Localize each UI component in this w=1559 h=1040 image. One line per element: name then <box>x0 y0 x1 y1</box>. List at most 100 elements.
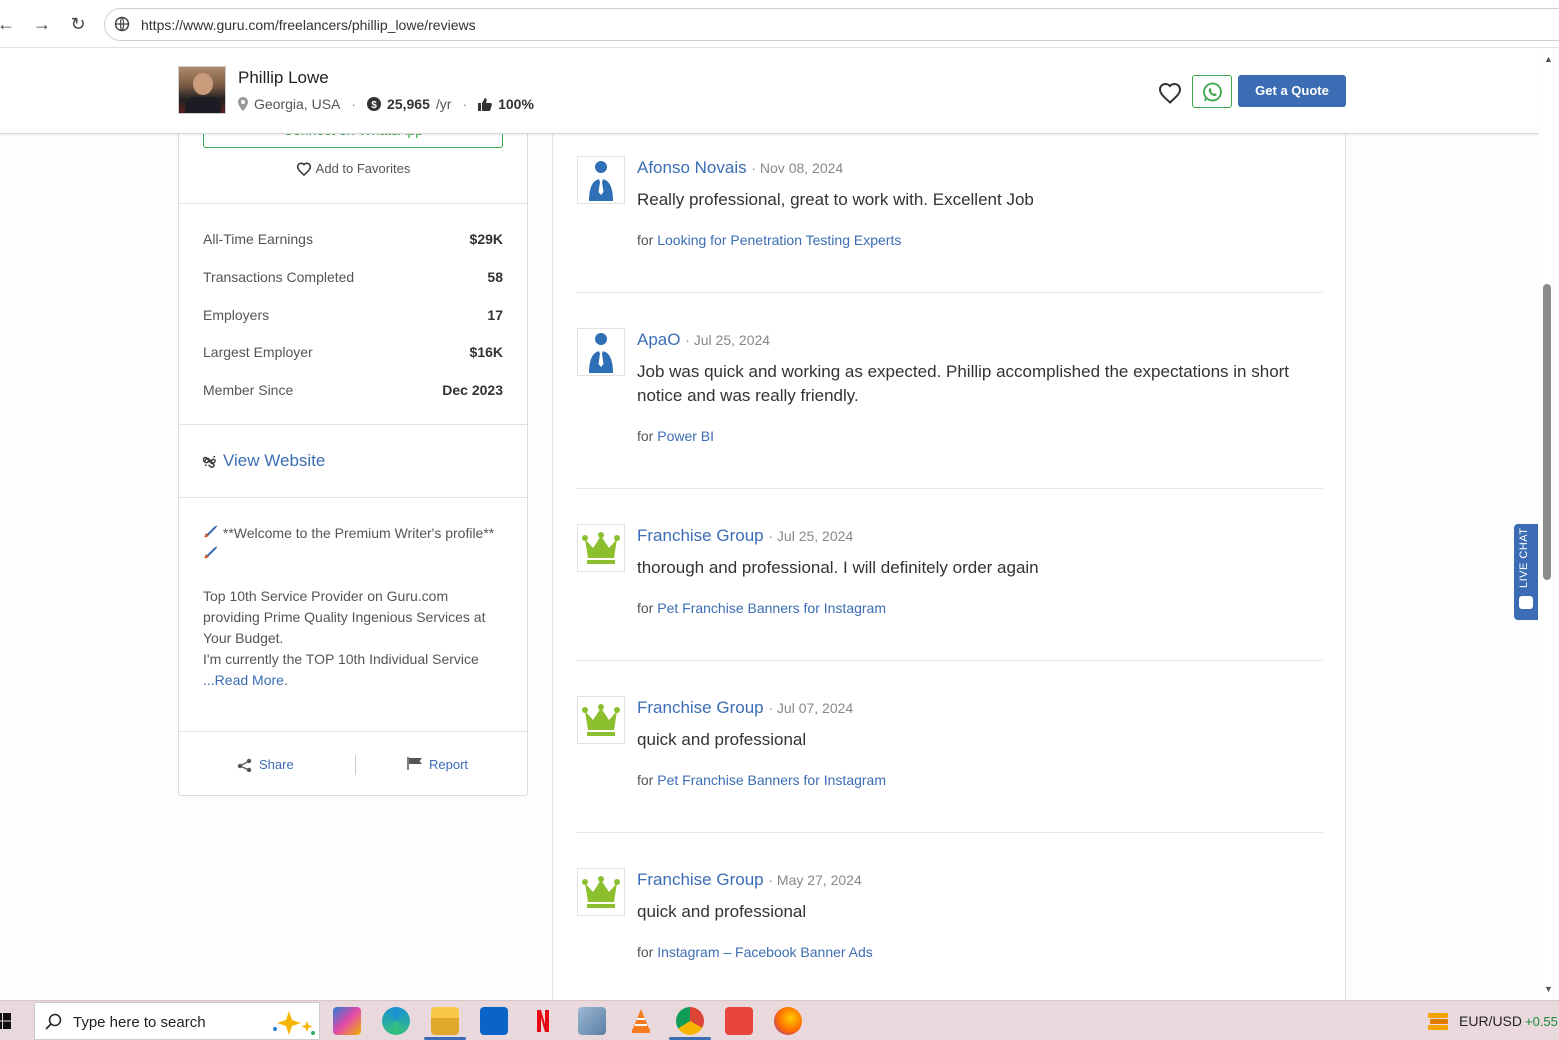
fx-change-value: +0.55 <box>1525 1014 1558 1029</box>
review-date: · Jul 07, 2024 <box>768 700 854 716</box>
dollar-icon: $ <box>367 97 382 111</box>
edge-app-icon[interactable] <box>382 1007 410 1035</box>
reviewer-avatar <box>577 156 625 204</box>
forward-icon[interactable]: → <box>30 12 54 36</box>
search-placeholder: Type here to search <box>73 1014 206 1031</box>
bio-body: Top 10th Service Provider on Guru.com pr… <box>203 588 486 646</box>
review-job-link[interactable]: Power BI <box>657 428 714 444</box>
view-website-label: View Website <box>223 451 326 470</box>
review-date: · Nov 08, 2024 <box>751 160 844 176</box>
review-job-link[interactable]: Pet Franchise Banners for Instagram <box>657 772 886 788</box>
share-button[interactable]: Share <box>237 757 294 773</box>
review-text: Really professional, great to work with.… <box>637 190 1034 209</box>
file-explorer-icon[interactable] <box>431 1007 459 1035</box>
chat-bubble-icon <box>1519 596 1533 609</box>
site-info-icon[interactable] <box>114 16 130 32</box>
notes-app-icon[interactable] <box>578 1007 606 1035</box>
review-job-link[interactable]: Pet Franchise Banners for Instagram <box>657 600 886 616</box>
view-website-link[interactable]: View Website <box>202 451 326 471</box>
anydesk-app-icon[interactable] <box>725 1007 753 1035</box>
netflix-app-icon[interactable] <box>529 1007 557 1035</box>
url-text: https://www.guru.com/freelancers/phillip… <box>141 17 476 33</box>
profile-sidebar: Connect on WhatsApp Add to Favorites All… <box>178 100 528 796</box>
crown-icon <box>582 704 620 736</box>
action-separator <box>355 755 356 775</box>
review-job: for Instagram – Facebook Banner Ads <box>637 944 873 960</box>
taskbar-search-input[interactable]: Type here to search <box>34 1002 320 1040</box>
review-for-prefix: for <box>637 772 654 788</box>
flag-icon <box>407 757 422 770</box>
reviewer-name[interactable]: Franchise Group · May 27, 2024 <box>637 870 862 890</box>
freelancer-name[interactable]: Phillip Lowe <box>238 68 329 88</box>
link-icon <box>202 455 216 468</box>
reload-icon[interactable]: ↻ <box>66 12 90 36</box>
freelancer-meta: Georgia, USA · $ 25,965 /yr · 100% <box>238 96 534 112</box>
bio-ellipsis: ... <box>203 672 215 688</box>
review-divider <box>577 488 1323 489</box>
freelancer-avatar[interactable] <box>178 66 226 114</box>
reviewer-name[interactable]: Franchise Group · Jul 25, 2024 <box>637 526 853 546</box>
review-job-link[interactable]: Looking for Penetration Testing Experts <box>657 232 901 248</box>
reviewer-name[interactable]: Franchise Group · Jul 07, 2024 <box>637 698 853 718</box>
location-pin-icon <box>238 97 248 111</box>
outlook-app-icon[interactable] <box>480 1007 508 1035</box>
stat-value: 17 <box>487 307 503 323</box>
review-for-prefix: for <box>637 232 654 248</box>
svg-text:$: $ <box>371 100 377 111</box>
vlc-app-icon[interactable] <box>627 1007 655 1035</box>
whatsapp-button[interactable] <box>1192 75 1232 108</box>
stat-employers: Employers 17 <box>203 307 503 323</box>
report-label: Report <box>429 757 469 772</box>
copilot-app-icon[interactable] <box>333 1007 361 1035</box>
earnings-suffix: /yr <box>435 96 452 112</box>
fx-pair-label[interactable]: EUR/USD <box>1459 1013 1522 1029</box>
read-more-link[interactable]: ...Read More <box>203 672 284 688</box>
stat-value: $29K <box>469 231 503 247</box>
currency-icon <box>1428 1013 1448 1030</box>
sparkle-icon <box>273 1011 315 1035</box>
get-quote-button[interactable]: Get a Quote <box>1238 75 1346 107</box>
report-button[interactable]: Report <box>407 757 468 772</box>
stat-largest-employer: Largest Employer $16K <box>203 344 503 360</box>
add-to-favorites-label: Add to Favorites <box>315 161 411 176</box>
review-for-prefix: for <box>637 428 654 444</box>
favorite-heart-icon[interactable] <box>1158 82 1182 104</box>
heart-icon <box>296 162 311 177</box>
reviewer-name-text: Franchise Group <box>637 698 764 717</box>
chrome-app-icon[interactable] <box>676 1007 704 1035</box>
review-text: quick and professional <box>637 730 807 749</box>
scroll-down-icon[interactable]: ▼ <box>1544 984 1553 994</box>
read-more-label: Read More <box>214 672 284 688</box>
location-text: Georgia, USA <box>254 96 341 112</box>
bio-headline: **Welcome to the Premium Writer's profil… <box>222 525 495 541</box>
review-job-link[interactable]: Instagram – Facebook Banner Ads <box>657 944 873 960</box>
scroll-up-icon[interactable]: ▲ <box>1544 54 1553 64</box>
rocket-icon <box>204 525 217 538</box>
back-icon[interactable]: ← <box>0 12 18 36</box>
firefox-app-icon[interactable] <box>774 1007 802 1035</box>
stat-transactions: Transactions Completed 58 <box>203 269 503 285</box>
stat-label: All-Time Earnings <box>203 231 313 247</box>
address-bar[interactable]: https://www.guru.com/freelancers/phillip… <box>104 8 1559 41</box>
page-scrollbar[interactable]: ▲ ▼ <box>1538 48 1559 1000</box>
reviewer-name[interactable]: Afonso Novais · Nov 08, 2024 <box>637 158 843 178</box>
add-to-favorites-button[interactable]: Add to Favorites <box>179 161 527 177</box>
review-date: · Jul 25, 2024 <box>768 528 854 544</box>
rocket-icon <box>204 546 217 559</box>
whatsapp-icon <box>1203 82 1222 102</box>
profile-header: Phillip Lowe Georgia, USA · $ 25,965 /yr… <box>0 48 1538 134</box>
live-chat-button[interactable]: LIVE CHAT <box>1514 524 1538 620</box>
stat-label: Member Since <box>203 382 294 398</box>
review-divider <box>577 660 1323 661</box>
stat-label: Employers <box>203 307 270 323</box>
reviewer-avatar <box>577 524 625 572</box>
search-icon <box>45 1013 62 1030</box>
scroll-thumb[interactable] <box>1543 284 1551 580</box>
reviewer-name-text: Franchise Group <box>637 526 764 545</box>
stat-label: Largest Employer <box>203 344 313 360</box>
reviewer-name[interactable]: ApaO · Jul 25, 2024 <box>637 330 770 350</box>
windows-start-icon[interactable] <box>0 1011 20 1031</box>
crown-icon <box>582 532 620 564</box>
stat-all-time-earnings: All-Time Earnings $29K <box>203 231 503 247</box>
reviewer-name-text: Afonso Novais <box>637 158 747 177</box>
